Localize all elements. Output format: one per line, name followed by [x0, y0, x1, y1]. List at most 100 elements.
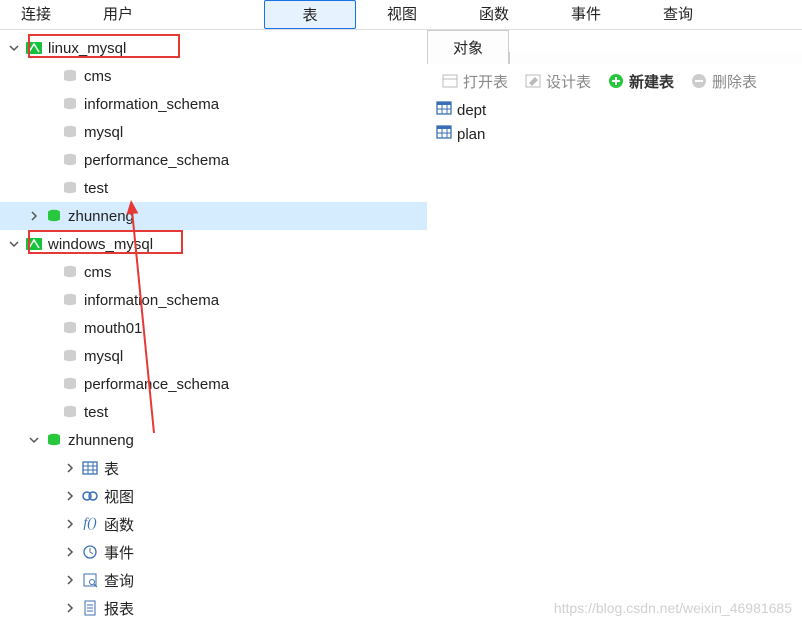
chevron-down-icon[interactable]: [6, 40, 22, 56]
chevron-down-icon[interactable]: [26, 432, 42, 448]
db-zhunneng-linux[interactable]: zhunneng: [0, 202, 427, 230]
open-table-icon: [441, 72, 459, 90]
menu-tables[interactable]: 表: [264, 0, 356, 29]
connection-windows-mysql[interactable]: windows_mysql: [0, 230, 427, 258]
menu-functions[interactable]: 函数: [448, 0, 540, 29]
db-node-tables[interactable]: 表: [0, 454, 427, 482]
menubar: 连接 用户 表 视图 函数 事件 查询: [0, 0, 802, 30]
db-label: cms: [84, 68, 112, 85]
database-icon: [60, 374, 80, 394]
database-open-icon: [44, 430, 64, 450]
db-label: cms: [84, 264, 112, 281]
database-icon: [60, 402, 80, 422]
connection-icon: [24, 234, 44, 254]
function-icon: f(): [80, 514, 100, 534]
chevron-right-icon[interactable]: [62, 544, 78, 560]
toolbar-label: 设计表: [546, 71, 591, 92]
design-table-button[interactable]: 设计表: [518, 69, 597, 94]
db-label: zhunneng: [68, 432, 134, 449]
toolbar-label: 新建表: [629, 71, 674, 92]
event-icon: [80, 542, 100, 562]
node-label: 视图: [104, 486, 134, 507]
chevron-right-icon[interactable]: [62, 600, 78, 616]
new-table-button[interactable]: 新建表: [601, 69, 680, 94]
database-icon: [60, 290, 80, 310]
database-icon: [60, 178, 80, 198]
db-label: mysql: [84, 348, 123, 365]
database-icon: [60, 262, 80, 282]
node-label: 表: [104, 458, 119, 479]
delete-table-icon: [690, 72, 708, 90]
db-cms[interactable]: cms: [0, 62, 427, 90]
database-open-icon: [44, 206, 64, 226]
connection-tree: linux_mysql cms information_schema mysql: [0, 30, 427, 622]
node-label: 查询: [104, 570, 134, 591]
table-icon: [435, 123, 453, 145]
chevron-right-icon[interactable]: [26, 208, 42, 224]
menu-users[interactable]: 用户: [72, 0, 164, 29]
db-information-schema[interactable]: information_schema: [0, 90, 427, 118]
menu-queries[interactable]: 查询: [632, 0, 724, 29]
db-performance-schema-2[interactable]: performance_schema: [0, 370, 427, 398]
spacer: [42, 320, 58, 336]
db-cms-2[interactable]: cms: [0, 258, 427, 286]
db-node-views[interactable]: 视图: [0, 482, 427, 510]
object-label: dept: [457, 102, 486, 119]
database-icon: [60, 122, 80, 142]
chevron-right-icon[interactable]: [62, 516, 78, 532]
db-label: information_schema: [84, 292, 219, 309]
query-icon: [80, 570, 100, 590]
menu-events[interactable]: 事件: [540, 0, 632, 29]
menu-connect[interactable]: 连接: [0, 0, 72, 29]
database-icon: [60, 66, 80, 86]
delete-table-button[interactable]: 删除表: [684, 69, 763, 94]
spacer: [42, 348, 58, 364]
connection-icon: [24, 38, 44, 58]
db-node-functions[interactable]: f() 函数: [0, 510, 427, 538]
menu-views[interactable]: 视图: [356, 0, 448, 29]
db-label: performance_schema: [84, 152, 229, 169]
table-item-plan[interactable]: plan: [435, 122, 802, 146]
db-test-2[interactable]: test: [0, 398, 427, 426]
db-label: zhunneng: [68, 208, 134, 225]
tab-objects[interactable]: 对象: [427, 30, 509, 64]
open-table-button[interactable]: 打开表: [435, 69, 514, 94]
db-performance-schema[interactable]: performance_schema: [0, 146, 427, 174]
db-mysql-2[interactable]: mysql: [0, 342, 427, 370]
spacer: [42, 152, 58, 168]
db-label: test: [84, 404, 108, 421]
database-icon: [60, 346, 80, 366]
database-icon: [60, 150, 80, 170]
table-icon: [435, 99, 453, 121]
node-label: 事件: [104, 542, 134, 563]
chevron-right-icon[interactable]: [62, 572, 78, 588]
db-node-queries[interactable]: 查询: [0, 566, 427, 594]
tab-blank: [509, 52, 802, 64]
db-label: mouth01: [84, 320, 142, 337]
db-mouth01[interactable]: mouth01: [0, 314, 427, 342]
db-test[interactable]: test: [0, 174, 427, 202]
chevron-right-icon[interactable]: [62, 460, 78, 476]
connection-linux-mysql[interactable]: linux_mysql: [0, 34, 427, 62]
spacer: [42, 404, 58, 420]
tabs-bar: 对象: [427, 30, 802, 64]
table-icon: [80, 458, 100, 478]
spacer: [42, 96, 58, 112]
spacer: [42, 292, 58, 308]
spacer: [42, 68, 58, 84]
node-label: 报表: [104, 598, 134, 619]
chevron-down-icon[interactable]: [6, 236, 22, 252]
objects-list: dept plan: [427, 98, 802, 146]
object-label: plan: [457, 126, 485, 143]
connection-label: linux_mysql: [48, 40, 126, 57]
db-mysql[interactable]: mysql: [0, 118, 427, 146]
db-information-schema-2[interactable]: information_schema: [0, 286, 427, 314]
db-zhunneng-windows[interactable]: zhunneng: [0, 426, 427, 454]
right-panel: 对象 打开表 设计表 新建表 删除表 dept: [427, 30, 802, 622]
chevron-right-icon[interactable]: [62, 488, 78, 504]
spacer: [42, 124, 58, 140]
db-node-reports[interactable]: 报表: [0, 594, 427, 622]
db-node-events[interactable]: 事件: [0, 538, 427, 566]
table-item-dept[interactable]: dept: [435, 98, 802, 122]
new-table-icon: [607, 72, 625, 90]
